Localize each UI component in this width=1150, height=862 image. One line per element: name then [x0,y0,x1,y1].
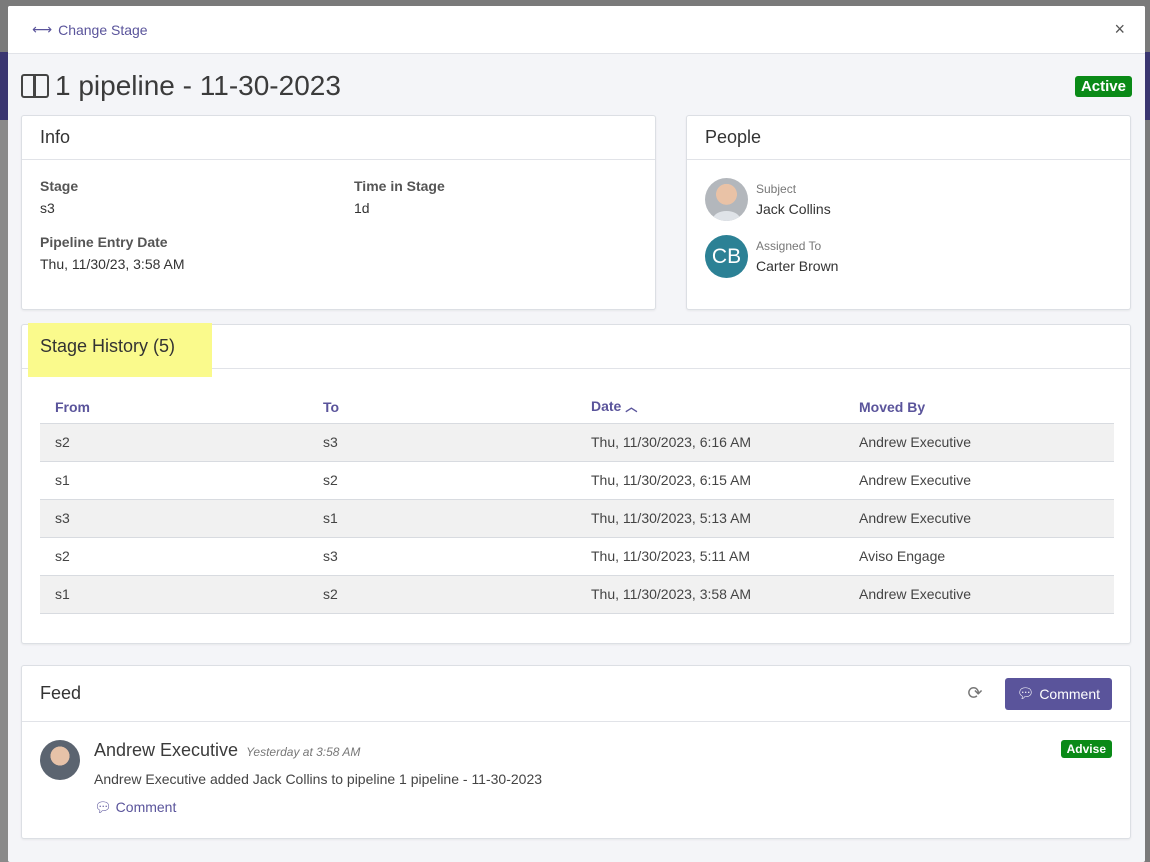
table-row: s3 s1 Thu, 11/30/2023, 5:13 AM Andrew Ex… [40,499,1114,538]
stage-history-card: Stage History (5) From To Date ︿ Moved By… [21,323,1131,644]
cell-from: s1 [40,575,308,614]
modal-top-bar: ⟷ Change Stage × [8,6,1145,54]
cell-date: Thu, 11/30/2023, 6:15 AM [576,461,844,500]
people-card-heading: People [687,116,1130,160]
left-right-arrow-icon: ⟷ [32,21,53,37]
status-badge: Active [1074,75,1132,97]
cell-from: s3 [40,499,308,538]
time-in-stage-field: Time in Stage 1d [354,178,445,216]
page-title-text: 1 pipeline - 11-30-2023 [55,70,341,101]
table-row: s1 s2 Thu, 11/30/2023, 3:58 AM Andrew Ex… [40,575,1114,614]
pipeline-entry-label: Pipeline Entry Date [40,234,168,250]
assigned-name[interactable]: Carter Brown [756,258,838,274]
sort-ascending-icon: ︿ [625,400,638,415]
avatar-initials: CB [705,235,748,278]
comment-button[interactable]: 💬︎ Comment [1004,677,1112,710]
cell-to: s2 [308,461,576,500]
speech-bubble-icon: 💬︎ [1016,685,1035,701]
feed-item-comment-link[interactable]: 💬︎ Comment [94,799,1112,816]
feed-header: Feed ⟳ 💬︎ Comment [22,666,1130,722]
stage-history-table: From To Date ︿ Moved By s2 s3 Thu, 11/30/… [40,391,1114,614]
stage-history-header: Stage History (5) [22,323,1130,377]
feed-item-text: Andrew Executive added Jack Collins to p… [94,771,543,787]
assigned-person[interactable]: CB Assigned To Carter Brown [705,235,838,278]
cell-date: Thu, 11/30/2023, 5:13 AM [576,499,844,538]
stage-field: Stage s3 [40,178,78,216]
time-in-stage-value: 1d [354,200,370,216]
time-in-stage-label: Time in Stage [354,178,445,194]
cell-to: s2 [308,575,576,614]
table-row: s1 s2 Thu, 11/30/2023, 6:15 AM Andrew Ex… [40,461,1114,500]
cell-to: s3 [308,537,576,576]
cell-from: s1 [40,461,308,500]
cell-from: s2 [40,423,308,462]
comment-button-label: Comment [1039,685,1100,702]
cell-date: Thu, 11/30/2023, 6:16 AM [576,423,844,462]
subject-role-label: Subject [756,182,797,196]
column-header-date[interactable]: Date ︿ [576,391,844,424]
stage-history-heading: Stage History (5) [40,336,176,356]
table-row: s2 s3 Thu, 11/30/2023, 5:11 AM Aviso Eng… [40,537,1114,576]
advise-badge: Advise [1060,740,1112,758]
cell-from: s2 [40,537,308,576]
table-row: s2 s3 Thu, 11/30/2023, 6:16 AM Andrew Ex… [40,423,1114,462]
feed-heading: Feed [40,683,82,703]
pipeline-entry-value: Thu, 11/30/23, 3:58 AM [40,256,185,272]
cell-moved-by: Andrew Executive [844,461,1114,500]
title-row: 1 pipeline - 11-30-2023 Active [21,66,1132,106]
avatar [40,740,80,780]
cell-moved-by: Andrew Executive [844,423,1114,462]
stage-label: Stage [40,178,79,194]
cell-to: s1 [308,499,576,538]
feed-item-comment-label: Comment [115,799,177,815]
assigned-role-label: Assigned To [756,239,822,253]
speech-bubble-icon: 💬︎ [94,799,112,815]
column-header-to[interactable]: To [308,391,576,424]
cell-moved-by: Andrew Executive [844,499,1114,538]
subject-name[interactable]: Jack Collins [756,201,831,217]
cell-date: Thu, 11/30/2023, 3:58 AM [576,575,844,614]
pipeline-modal: ⟷ Change Stage × 1 pipeline - 11-30-2023… [8,6,1145,862]
avatar [705,178,748,221]
feed-item-time: Yesterday at 3:58 AM [246,745,361,759]
cell-moved-by: Andrew Executive [844,575,1114,614]
cell-date: Thu, 11/30/2023, 5:11 AM [576,537,844,576]
feed-actions: ⟳ 💬︎ Comment [967,677,1112,710]
info-card: Info Stage s3 Time in Stage 1d Pipeline … [21,115,656,310]
subject-person[interactable]: Subject Jack Collins [705,178,831,221]
refresh-icon[interactable]: ⟳ [967,683,982,704]
info-card-heading: Info [22,116,655,160]
feed-card: Feed ⟳ 💬︎ Comment Andrew Executive Yeste… [21,665,1131,839]
people-card: People Subject Jack Collins CB Assigned … [686,115,1131,310]
feed-item-body: Andrew Executive Yesterday at 3:58 AM An… [94,740,1112,816]
cell-moved-by: Aviso Engage [844,537,1114,576]
change-stage-label: Change Stage [58,21,148,38]
board-columns-icon [21,74,49,98]
column-header-moved-by[interactable]: Moved By [844,391,1114,424]
close-icon[interactable]: × [1106,15,1133,44]
pipeline-entry-field: Pipeline Entry Date Thu, 11/30/23, 3:58 … [40,234,185,272]
cell-to: s3 [308,423,576,462]
column-header-date-label: Date [591,398,622,415]
page-title: 1 pipeline - 11-30-2023 [21,70,341,102]
feed-item-author[interactable]: Andrew Executive [94,740,238,761]
change-stage-button[interactable]: ⟷ Change Stage [32,21,148,38]
column-header-from[interactable]: From [40,391,308,424]
stage-value: s3 [40,200,55,216]
table-header-row: From To Date ︿ Moved By [40,391,1114,424]
feed-item-header: Andrew Executive Yesterday at 3:58 AM [94,740,1112,761]
